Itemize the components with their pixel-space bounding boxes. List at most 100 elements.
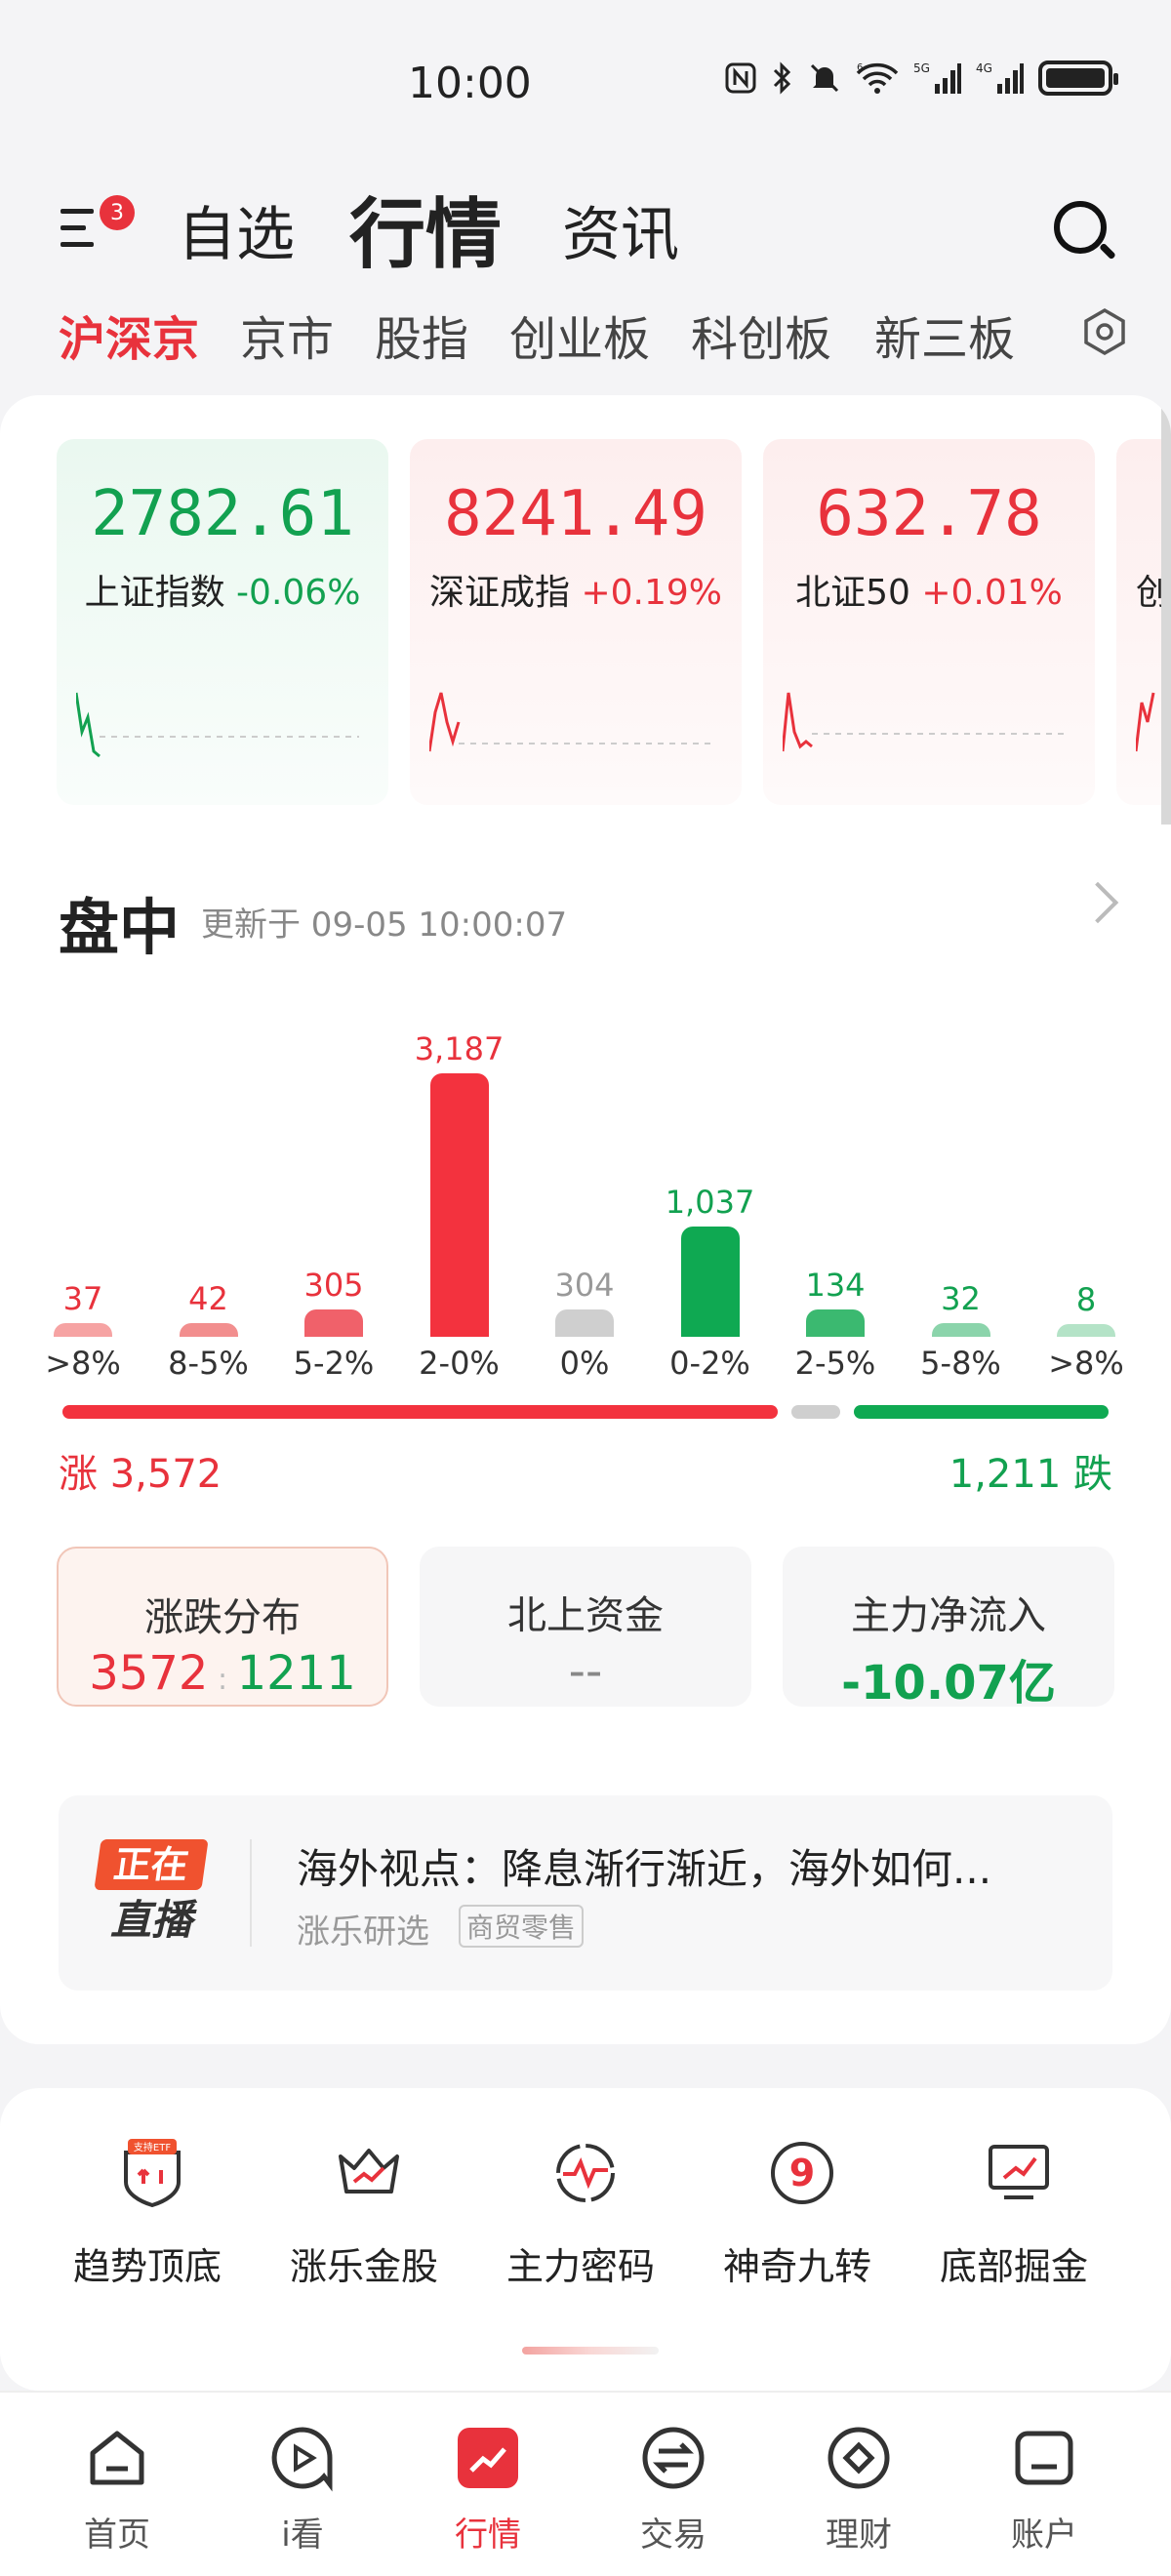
index-carousel[interactable]: 2782.61 上证指数 -0.06% 8241.49 深证成指 +0.19% … [57,439,1171,810]
status-time: 10:00 [408,59,532,108]
subtab-chuangyeban[interactable]: 创业板 [509,301,650,369]
stat-down-value: 1211 [236,1646,356,1701]
notification-badge: 3 [100,195,135,230]
tab-market[interactable]: 行情 [349,174,502,283]
chart-bar [1057,1324,1115,1337]
nine-circle-icon: 9 [771,2142,833,2204]
stat-card-main-inflow[interactable]: 主力净流入 -10.07亿 [783,1547,1114,1711]
category-label: 2-5% [794,1345,876,1382]
battery-icon [1038,60,1118,96]
flat-ratio-bar [791,1405,841,1419]
subtab-jingshi[interactable]: 京市 [240,301,334,369]
intraday-title: 盘中 [59,892,181,963]
stat-value: -- [568,1644,603,1699]
tab-watchlist[interactable]: 自选 [178,187,295,272]
chart-bar [680,1227,740,1337]
tab-news[interactable]: 资讯 [562,187,679,272]
diamond-icon [828,2427,890,2489]
svg-text:5G: 5G [913,61,930,75]
stat-up-value: 3572 [89,1646,209,1701]
market-sub-tabs: 沪深京 京市 股指 创业板 科创板 新三板 [0,293,1171,371]
market-overview-card: 2782.61 上证指数 -0.06% 8241.49 深证成指 +0.19% … [0,395,1171,2044]
category-label: >8% [1048,1345,1124,1382]
hexagon-settings-icon [1084,307,1125,356]
nfc-icon [725,62,756,94]
nav-trade[interactable]: 交易 [600,2412,747,2568]
rise-fall-distribution-chart[interactable]: 37 >8% 42 8-5% 305 5-2% 3,187 2-0% 304 0% 1,037 0-2… [0,1000,1171,1390]
category-label: 0-2% [669,1345,750,1382]
page-indicator [522,2347,659,2355]
signal-4g-icon: 4G [976,61,1024,94]
bar-value-label: 3,187 [414,1030,505,1067]
chart-bar [931,1323,990,1337]
index-card-shanghai[interactable]: 2782.61 上证指数 -0.06% [57,439,388,805]
tools-card: 支持ETF 趋势顶底 涨乐金股 主力密码 9 神奇九转 底部掘金 [0,2088,1171,2391]
nav-account[interactable]: 账户 [971,2412,1117,2568]
wifi-icon: 6 [856,62,899,94]
index-change: +0.01% [921,573,1063,613]
menu-icon [61,209,94,259]
stat-title: 主力净流入 [851,1593,1046,1638]
live-tag: 商贸零售 [459,1905,585,1948]
account-icon [1015,2431,1073,2485]
subtab-kechuangban[interactable]: 科创板 [691,301,831,369]
tool-gold-stock[interactable]: 涨乐金股 [262,2139,466,2334]
nav-market[interactable]: 行情 [415,2412,561,2568]
bar-value-label: 8 [1075,1281,1097,1319]
index-sparkline [429,692,712,752]
svg-text:6: 6 [857,62,863,73]
stat-value: -10.07亿 [841,1656,1056,1711]
index-value: 8241.49 [444,478,707,550]
up-count: 涨 3,572 [59,1452,222,1497]
index-sparkline [76,692,359,758]
update-time: 更新于 09-05 10:00:07 [201,906,568,945]
stat-value: 3572 : 1211 [89,1646,356,1701]
menu-button[interactable]: 3 [57,195,135,263]
search-button[interactable] [1052,199,1116,263]
exchange-icon [642,2427,705,2489]
status-bar: 10:00 6 5G 4G [0,0,1171,166]
bar-value-label: 42 [188,1280,228,1317]
index-change: -0.06% [236,573,361,613]
svg-text:9: 9 [789,2152,815,2194]
chart-bar [555,1309,614,1337]
bar-value-label: 305 [303,1267,364,1304]
bar-value-label: 1,037 [665,1184,755,1221]
live-title: 海外视点：降息渐行渐近，海外如何... [297,1845,992,1893]
subtab-hushenjing[interactable]: 沪深京 [59,301,199,369]
index-change: +0.19% [581,573,722,613]
bar-value-label: 304 [554,1267,615,1304]
pulse-target-icon [556,2144,615,2202]
subtab-xinsanban[interactable]: 新三板 [874,301,1015,369]
index-card-shenzhen[interactable]: 8241.49 深证成指 +0.19% [410,439,742,805]
up-ratio-bar [62,1405,779,1419]
category-label: 0% [559,1345,610,1382]
index-name: 北证50 [795,573,910,613]
chevron-right-icon[interactable] [1076,881,1119,924]
tool-magic-nine[interactable]: 9 神奇九转 [695,2139,900,2334]
scrollbar[interactable] [1161,395,1171,825]
index-sparkline [783,692,1066,752]
category-label: 5-8% [920,1345,1001,1382]
tool-main-force-code[interactable]: 主力密码 [478,2139,683,2334]
index-card-beizheng50[interactable]: 632.78 北证50 +0.01% [763,439,1095,805]
chart-bar [806,1309,865,1337]
mute-bell-icon [810,63,839,93]
category-label: 8-5% [168,1345,249,1382]
tool-trend-top-bottom[interactable]: 支持ETF 趋势顶底 [45,2139,250,2334]
top-header: 3 自选 行情 资讯 [0,166,1171,283]
tool-bottom-gold[interactable]: 底部掘金 [911,2139,1116,2334]
chart-bar [179,1323,238,1337]
chart-bar [54,1323,112,1337]
stat-title: 涨跌分布 [144,1595,301,1640]
stat-card-northbound[interactable]: 北上资金 -- [420,1547,751,1707]
svg-text:4G: 4G [976,61,992,75]
live-stream-card[interactable]: 正在 直播 海外视点：降息渐行渐近，海外如何... 涨乐研选 商贸零售 [59,1795,1112,1991]
nav-wealth[interactable]: 理财 [786,2412,932,2568]
tab-settings-button[interactable] [1075,302,1134,361]
nav-home[interactable]: 首页 [44,2412,190,2568]
stat-card-distribution[interactable]: 涨跌分布 3572 : 1211 [57,1547,388,1707]
subtab-guzhi[interactable]: 股指 [375,301,468,369]
live-badge: 正在 直播 [94,1839,209,1947]
nav-ikan[interactable]: i看 [229,2412,376,2568]
